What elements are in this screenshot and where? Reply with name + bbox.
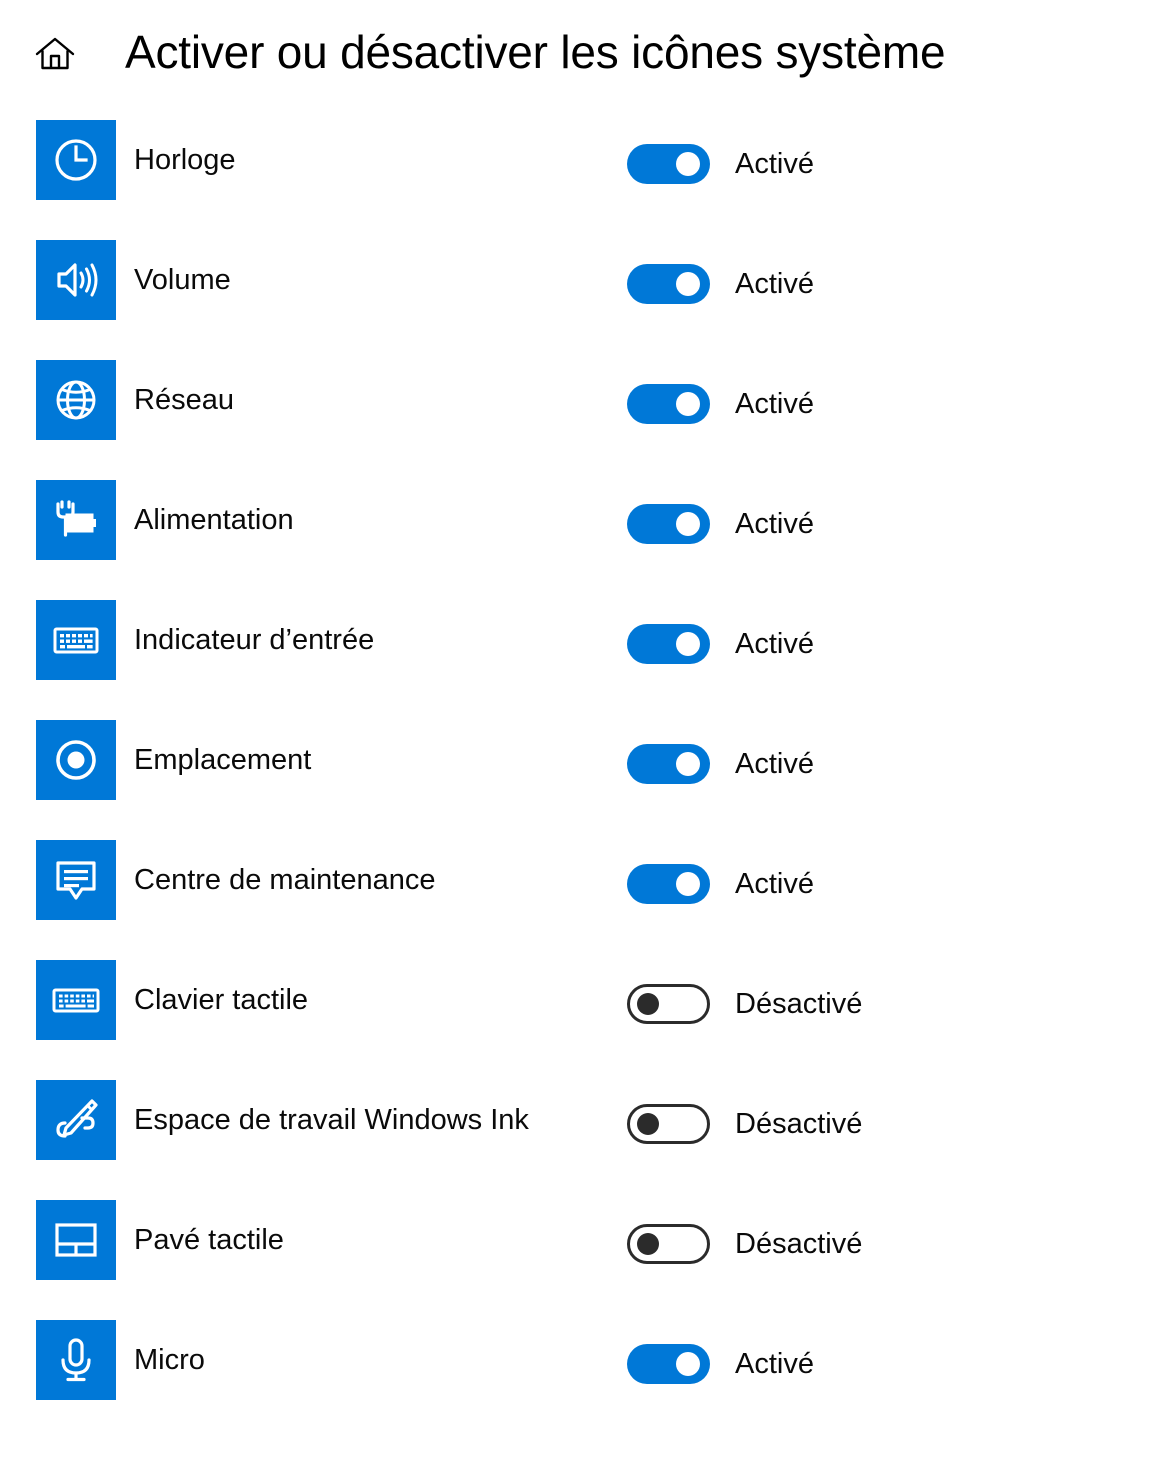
- toggle-state-label: Activé: [735, 1347, 814, 1380]
- page-header: Activer ou désactiver les icônes système: [0, 0, 1152, 104]
- toggle-group: Activé: [627, 120, 814, 200]
- location-icon: [56, 740, 96, 780]
- icon-tile: [36, 240, 116, 320]
- icon-tile: [36, 1080, 116, 1160]
- toggle-switch[interactable]: [627, 1223, 710, 1264]
- list-item-label: Indicateur d’entrée: [134, 623, 375, 656]
- list-item: Alimentation Activé: [0, 480, 1152, 600]
- toggle-state-label: Désactivé: [735, 1107, 863, 1140]
- toggle-state-label: Activé: [735, 627, 814, 660]
- list-item: Micro Activé: [0, 1320, 1152, 1440]
- list-item: Indicateur d’entrée Activé: [0, 600, 1152, 720]
- home-icon[interactable]: [33, 32, 77, 76]
- toggle-knob: [637, 992, 659, 1015]
- toggle-knob: [676, 511, 700, 536]
- list-item-label: Alimentation: [134, 503, 294, 536]
- input-keyboard-icon: [53, 627, 99, 654]
- icon-tile: [36, 1200, 116, 1280]
- touch-keyboard-icon: [52, 988, 100, 1013]
- icon-tile: [36, 480, 116, 560]
- microphone-icon: [61, 1338, 91, 1382]
- toggle-switch[interactable]: [627, 143, 710, 184]
- icon-tile: [36, 120, 116, 200]
- list-item: Centre de maintenance Activé: [0, 840, 1152, 960]
- toggle-state-label: Activé: [735, 267, 814, 300]
- toggle-switch[interactable]: [627, 983, 710, 1024]
- list-item-label: Centre de maintenance: [134, 863, 436, 896]
- volume-icon: [57, 263, 98, 297]
- toggle-state-label: Activé: [735, 147, 814, 180]
- list-item-label: Micro: [134, 1343, 205, 1376]
- toggle-group: Activé: [627, 240, 814, 320]
- page-title: Activer ou désactiver les icônes système: [125, 26, 946, 78]
- toggle-switch[interactable]: [627, 743, 710, 784]
- toggle-group: Activé: [627, 840, 814, 920]
- toggle-switch[interactable]: [627, 263, 710, 304]
- toggle-group: Désactivé: [627, 960, 862, 1040]
- icon-tile: [36, 720, 116, 800]
- toggle-state-label: Activé: [735, 507, 814, 540]
- list-item: Emplacement Activé: [0, 720, 1152, 840]
- icon-tile: [36, 600, 116, 680]
- list-item-label: Horloge: [134, 143, 236, 176]
- toggle-knob: [676, 631, 700, 656]
- list-item: Horloge Activé: [0, 120, 1152, 240]
- toggle-state-label: Désactivé: [735, 987, 863, 1020]
- toggle-group: Activé: [627, 720, 814, 800]
- clock-icon: [55, 139, 97, 181]
- windows-ink-pen-icon: [56, 1099, 98, 1138]
- toggle-switch[interactable]: [627, 1343, 710, 1384]
- power-battery-icon: [56, 500, 96, 537]
- toggle-switch[interactable]: [627, 503, 710, 544]
- toggle-group: Activé: [627, 480, 814, 560]
- list-item: Pavé tactile Désactivé: [0, 1200, 1152, 1320]
- toggle-group: Désactivé: [627, 1080, 862, 1160]
- system-icons-list: Horloge Activé Volume Activé Réseau Acti…: [0, 104, 1152, 1440]
- list-item: Clavier tactile Désactivé: [0, 960, 1152, 1080]
- toggle-switch[interactable]: [627, 1103, 710, 1144]
- toggle-switch[interactable]: [627, 383, 710, 424]
- toggle-group: Désactivé: [627, 1200, 862, 1280]
- toggle-knob: [676, 1351, 700, 1376]
- toggle-switch[interactable]: [627, 863, 710, 904]
- touchpad-icon: [55, 1223, 97, 1257]
- toggle-knob: [637, 1112, 659, 1135]
- toggle-state-label: Activé: [735, 747, 814, 780]
- list-item: Réseau Activé: [0, 360, 1152, 480]
- toggle-group: Activé: [627, 1320, 814, 1400]
- toggle-knob: [637, 1232, 659, 1255]
- toggle-group: Activé: [627, 600, 814, 680]
- toggle-knob: [676, 151, 700, 176]
- list-item: Volume Activé: [0, 240, 1152, 360]
- network-globe-icon: [56, 380, 96, 420]
- list-item-label: Emplacement: [134, 743, 312, 776]
- toggle-knob: [676, 271, 700, 296]
- icon-tile: [36, 960, 116, 1040]
- toggle-state-label: Activé: [735, 867, 814, 900]
- list-item-label: Clavier tactile: [134, 983, 309, 1016]
- list-item-label: Réseau: [134, 383, 234, 416]
- toggle-group: Activé: [627, 360, 814, 440]
- toggle-switch[interactable]: [627, 623, 710, 664]
- icon-tile: [36, 840, 116, 920]
- action-center-icon: [56, 861, 96, 900]
- toggle-state-label: Activé: [735, 387, 814, 420]
- list-item-label: Volume: [134, 263, 231, 296]
- toggle-knob: [676, 391, 700, 416]
- list-item-label: Pavé tactile: [134, 1223, 284, 1256]
- toggle-knob: [676, 751, 700, 776]
- toggle-knob: [676, 871, 700, 896]
- icon-tile: [36, 360, 116, 440]
- list-item-label: Espace de travail Windows Ink: [134, 1103, 529, 1136]
- list-item: Espace de travail Windows Ink Désactivé: [0, 1080, 1152, 1200]
- toggle-state-label: Désactivé: [735, 1227, 863, 1260]
- icon-tile: [36, 1320, 116, 1400]
